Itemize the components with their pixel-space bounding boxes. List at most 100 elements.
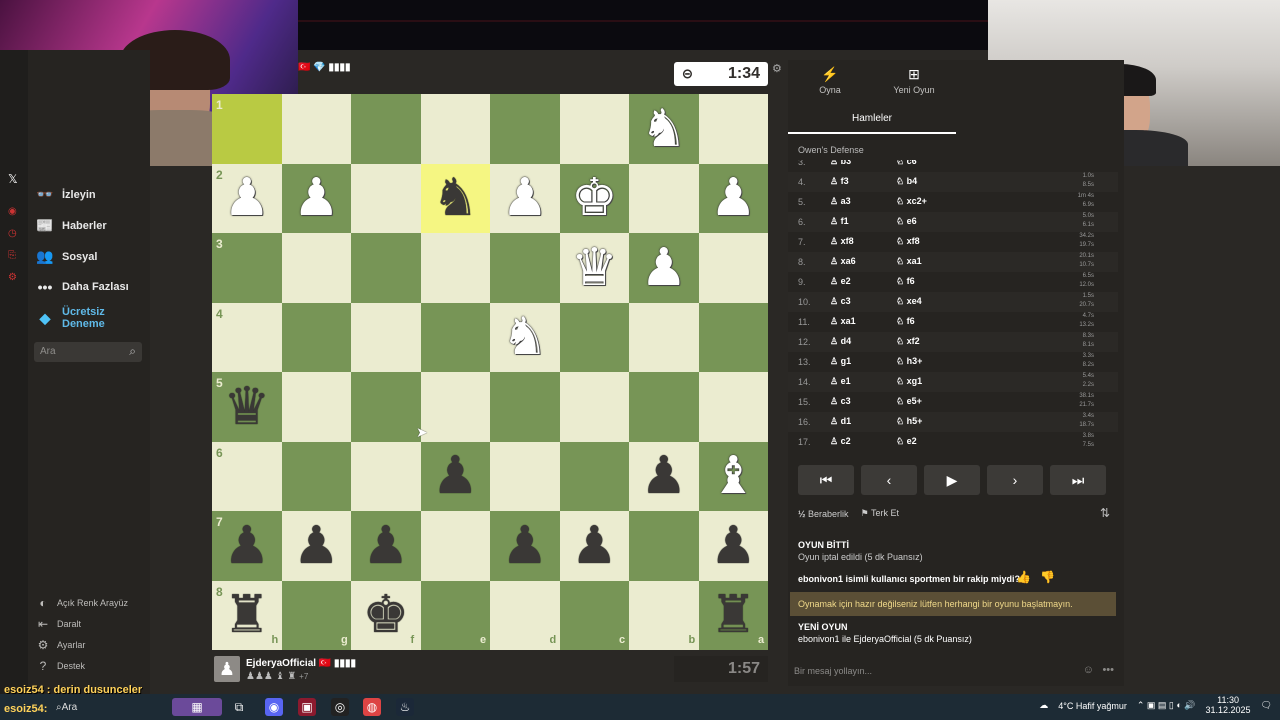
move-row[interactable]: 16. ♙ d1 ♘ h5+ 3.4s 18.7s (788, 412, 1118, 432)
board-square[interactable] (351, 302, 421, 372)
sidebar-settings[interactable]: ⚙ Ayarlar (36, 638, 86, 652)
more-options-icon[interactable]: ••• (1102, 664, 1114, 676)
next-move-button[interactable]: › (987, 465, 1043, 495)
emoji-icon[interactable]: ☺ (1083, 664, 1094, 676)
tray-icons[interactable]: ⌃ ▣ ▤ ▯ ◐ 🔊 (1137, 700, 1196, 711)
chess-piece[interactable]: ♟ (629, 233, 699, 303)
sidebar-search-input[interactable]: Ara ⌕ (34, 342, 142, 362)
last-move-button[interactable]: ⏭ (1050, 465, 1106, 495)
board-square[interactable] (420, 302, 490, 372)
sidebar-item-watch[interactable]: 👓 İzleyin (36, 186, 95, 203)
white-move[interactable]: ♙ xf8 (830, 236, 854, 247)
board-square[interactable] (281, 441, 351, 511)
chess-piece[interactable]: ♞ (629, 94, 699, 164)
black-move[interactable]: ♘ b4 (896, 176, 917, 187)
tab-moves[interactable]: Hamleler (788, 108, 956, 134)
clock-icon[interactable]: ◷ (8, 228, 17, 239)
move-row[interactable]: 12. ♙ d4 ♘ xf2 8.3s 8.1s (788, 332, 1118, 352)
black-move[interactable]: ♘ xf8 (896, 236, 920, 247)
move-row[interactable]: 13. ♙ g1 ♘ h3+ 3.3s 8.2s (788, 352, 1118, 372)
black-move[interactable]: ♘ f6 (896, 276, 915, 287)
sidebar-item-social[interactable]: 👥 Sosyal (36, 248, 97, 265)
board-square[interactable] (420, 511, 490, 581)
board-square[interactable] (420, 372, 490, 442)
white-move[interactable]: ♙ d4 (830, 336, 851, 347)
white-move[interactable]: ♙ g1 (830, 356, 851, 367)
clock[interactable]: 11:30 31.12.2025 (1206, 695, 1251, 716)
black-move[interactable]: ♘ h3+ (896, 356, 922, 367)
white-move[interactable]: ♙ a3 (830, 196, 851, 207)
sidebar-item-free-trial[interactable]: ◆ Ücretsiz Deneme (36, 306, 122, 330)
sidebar-light-theme[interactable]: ◐ Açık Renk Arayüz (36, 596, 128, 610)
chess-piece[interactable]: ♞ (490, 303, 560, 373)
chess-piece[interactable]: ♞ (421, 164, 491, 234)
black-move[interactable]: ♘ xa1 (896, 256, 922, 267)
move-row[interactable]: 4. ♙ f3 ♘ b4 1.0s 8.5s (788, 172, 1118, 192)
record-icon[interactable]: ◉ (8, 206, 17, 217)
chess-piece[interactable]: ♟ (490, 164, 560, 234)
x-icon[interactable]: 𝕏 (8, 172, 18, 186)
board-square[interactable] (420, 94, 490, 164)
taskbar-widget[interactable]: ▦ (172, 698, 222, 716)
black-move[interactable]: ♘ e5+ (896, 396, 922, 407)
chess-piece[interactable]: ♟ (699, 511, 769, 581)
white-move[interactable]: ♙ xa6 (830, 256, 856, 267)
share-icon[interactable]: ⎘ (8, 250, 16, 261)
weather-icon[interactable]: ☁ (1039, 700, 1048, 711)
chess-piece[interactable]: ♟ (282, 164, 352, 234)
black-move[interactable]: ♘ h5+ (896, 416, 922, 427)
chess-piece[interactable]: ♟ (560, 511, 630, 581)
prev-move-button[interactable]: ‹ (861, 465, 917, 495)
move-row[interactable]: 17. ♙ c2 ♘ e2 3.8s 7.5s (788, 432, 1118, 452)
board-square[interactable] (281, 233, 351, 303)
move-row[interactable]: 5. ♙ a3 ♘ xc2+ 1m 4s 6.9s (788, 192, 1118, 212)
sidebar-item-news[interactable]: 📰 Haberler (36, 217, 106, 234)
move-row[interactable]: 11. ♙ xa1 ♘ f6 4.7s 13.2s (788, 312, 1118, 332)
move-row[interactable]: 3.♙ b3♘ c612.9s (788, 160, 1118, 172)
black-move[interactable]: ♘ e2 (896, 436, 917, 447)
board-square[interactable] (351, 441, 421, 511)
chess-piece[interactable]: ♟ (699, 164, 769, 234)
board-square[interactable] (629, 511, 699, 581)
board-square[interactable] (629, 163, 699, 233)
chess-piece[interactable]: ♟ (282, 511, 352, 581)
chess-piece[interactable]: ♟ (629, 442, 699, 512)
board-square[interactable] (559, 441, 629, 511)
black-move[interactable]: ♘ xe4 (896, 296, 922, 307)
chess-board[interactable]: ♞ ♟ ♟ ♞ ♟ ♚ ♟ ♛ ♟ ♞ ♛ ♟ ♟ ♝ ♟ ♟ ♟ ♟ ♟ ♟ ♜ ♚ ♜ 1 2 3 4 5 6 7 8 h g f e d c b a (212, 94, 768, 650)
chess-piece[interactable]: ♟ (421, 442, 491, 512)
player-name[interactable]: EjderyaOfficial 🇹🇷 ▮▮▮▮ (246, 658, 356, 669)
obs-icon[interactable]: ◎ (331, 698, 349, 716)
board-square[interactable] (559, 372, 629, 442)
black-move[interactable]: ♘ xg1 (896, 376, 922, 387)
white-move[interactable]: ♙ b3 (830, 160, 851, 167)
chess-piece[interactable]: ♚ (560, 164, 630, 234)
board-square[interactable] (351, 233, 421, 303)
board-square[interactable] (281, 94, 351, 164)
board-square[interactable] (490, 94, 560, 164)
board-square[interactable] (281, 372, 351, 442)
board-square[interactable] (490, 233, 560, 303)
move-row[interactable]: 8. ♙ xa6 ♘ xa1 20.1s 10.7s (788, 252, 1118, 272)
board-square[interactable] (559, 302, 629, 372)
black-move[interactable]: ♘ f6 (896, 316, 915, 327)
black-move[interactable]: ♘ c6 (896, 160, 917, 167)
resign-button[interactable]: ⚑ Terk Et (861, 508, 899, 519)
board-square[interactable] (351, 163, 421, 233)
chess-piece[interactable]: ♝ (699, 442, 769, 512)
white-move[interactable]: ♙ c3 (830, 296, 851, 307)
tab-play[interactable]: ⚡ Oyna (790, 66, 870, 97)
white-move[interactable]: ♙ c3 (830, 396, 851, 407)
white-move[interactable]: ♙ f1 (830, 216, 849, 227)
player-avatar[interactable]: ♟ (214, 656, 240, 682)
settings-icon[interactable]: ⚙ (8, 272, 17, 283)
thumbs-up-icon[interactable]: 👍 (1016, 570, 1031, 584)
draw-button[interactable]: ½ Beraberlik (798, 509, 849, 519)
move-row[interactable]: 7. ♙ xf8 ♘ xf8 34.2s 19.7s (788, 232, 1118, 252)
board-square[interactable] (629, 302, 699, 372)
board-square[interactable] (351, 372, 421, 442)
white-move[interactable]: ♙ f3 (830, 176, 849, 187)
move-list[interactable]: 3.♙ b3♘ c612.9s4.♙ f3♘ b41.0s8.5s5.♙ a3♘… (788, 160, 1124, 454)
chess-piece[interactable]: ♟ (490, 511, 560, 581)
task-view-icon[interactable]: ⧉ (230, 698, 248, 716)
